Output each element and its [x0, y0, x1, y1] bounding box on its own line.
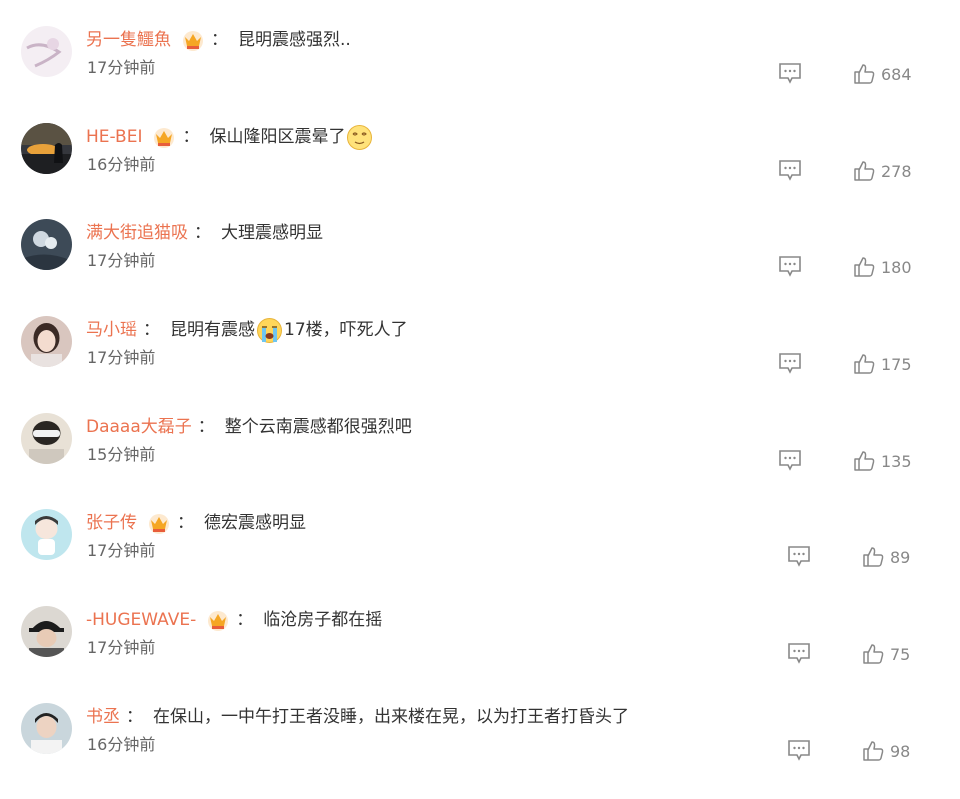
like-count: 98	[890, 742, 911, 761]
comment-line: 另一隻鱷魚 ： 昆明震感强烈..	[86, 25, 351, 55]
colon: ：	[194, 223, 211, 243]
reply-icon[interactable]	[778, 449, 802, 471]
timestamp: 17分钟前	[87, 251, 156, 270]
comment-item: Daaaa大磊子 ： 整个云南震感都很强烈吧 15分钟前 135	[0, 413, 960, 509]
comment-item: -HUGEWAVE- ： 临沧房子都在摇 17分钟前 75	[0, 606, 960, 702]
username-link[interactable]: HE-BEI	[86, 122, 142, 152]
comment-line: -HUGEWAVE- ： 临沧房子都在摇	[86, 605, 382, 635]
reply-icon[interactable]	[787, 739, 811, 761]
comment-item: 马小瑶 ： 昆明有震感 17楼，吓死人了 17分钟前 175	[0, 316, 960, 412]
username-link[interactable]: 书丞	[86, 702, 120, 732]
timestamp: 17分钟前	[87, 541, 156, 560]
colon: ：	[182, 127, 200, 147]
like-count: 180	[881, 258, 912, 277]
comment-item: 书丞 ： 在保山，一中午打王者没睡，出来楼在晃，以为打王者打昏头了 16分钟前 …	[0, 703, 960, 799]
like-icon[interactable]	[853, 160, 875, 182]
comment-text: 临沧房子都在摇	[263, 610, 383, 630]
reply-icon[interactable]	[787, 545, 811, 567]
username-link[interactable]: 另一隻鱷魚	[86, 25, 171, 55]
like-icon[interactable]	[853, 63, 875, 85]
like-count: 278	[881, 162, 912, 181]
comment-line: Daaaa大磊子 ： 整个云南震感都很强烈吧	[86, 412, 412, 442]
comment-item: HE-BEI ： 保山隆阳区震晕了 16分钟前 278	[0, 123, 960, 219]
comment-line: 张子传 ： 德宏震感明显	[86, 508, 306, 538]
like-count: 175	[881, 355, 912, 374]
dizzy-face-emoji-icon	[346, 124, 373, 151]
username-link[interactable]: Daaaa大磊子	[86, 412, 192, 442]
comment-text: 昆明有震感	[170, 320, 255, 340]
like-count: 135	[881, 452, 912, 471]
comment-text: 昆明震感强烈..	[238, 30, 351, 50]
like-icon[interactable]	[853, 353, 875, 375]
timestamp: 17分钟前	[87, 348, 156, 367]
comment-text: 德宏震感明显	[204, 513, 306, 533]
colon: ：	[211, 30, 228, 50]
comment-item: 张子传 ： 德宏震感明显 17分钟前 89	[0, 509, 960, 605]
comment-text: 大理震感明显	[221, 223, 323, 243]
reply-icon[interactable]	[778, 159, 802, 181]
colon: ：	[143, 320, 160, 340]
colon: ：	[177, 513, 194, 533]
timestamp: 16分钟前	[87, 155, 156, 174]
crown-badge-icon	[152, 125, 176, 149]
crying-face-emoji-icon	[256, 317, 283, 344]
comment-text: 保山隆阳区震晕了	[209, 127, 346, 147]
comment-line: 满大街追猫吸 ： 大理震感明显	[86, 218, 323, 248]
colon: ：	[197, 417, 215, 437]
reply-icon[interactable]	[787, 642, 811, 664]
avatar[interactable]	[21, 509, 72, 560]
avatar[interactable]	[21, 219, 72, 270]
like-icon[interactable]	[862, 546, 884, 568]
colon: ：	[236, 610, 254, 630]
comment-item: 满大街追猫吸 ： 大理震感明显 17分钟前 180	[0, 219, 960, 315]
reply-icon[interactable]	[778, 62, 802, 84]
colon: ：	[126, 707, 143, 727]
comment-text: 在保山，一中午打王者没睡，出来楼在晃，以为打王者打昏头了	[153, 707, 629, 727]
comment-line: 马小瑶 ： 昆明有震感 17楼，吓死人了	[86, 315, 408, 345]
comment-line: HE-BEI ： 保山隆阳区震晕了	[86, 122, 374, 152]
timestamp: 16分钟前	[87, 735, 156, 754]
username-link[interactable]: 张子传	[86, 508, 137, 538]
timestamp: 15分钟前	[87, 445, 156, 464]
comment-text: 整个云南震感都很强烈吧	[224, 417, 412, 437]
username-link[interactable]: 马小瑶	[86, 315, 137, 345]
like-count: 89	[890, 548, 911, 567]
crown-badge-icon	[181, 28, 205, 52]
avatar[interactable]	[21, 703, 72, 754]
like-count: 75	[890, 645, 911, 664]
like-icon[interactable]	[862, 740, 884, 762]
comment-text: 17楼，吓死人了	[284, 320, 408, 340]
timestamp: 17分钟前	[87, 638, 156, 657]
like-icon[interactable]	[853, 256, 875, 278]
comment-item: 另一隻鱷魚 ： 昆明震感强烈.. 17分钟前 684	[0, 26, 960, 122]
crown-badge-icon	[206, 608, 230, 632]
avatar[interactable]	[21, 413, 72, 464]
reply-icon[interactable]	[778, 352, 802, 374]
username-link[interactable]: 满大街追猫吸	[86, 218, 188, 248]
reply-icon[interactable]	[778, 255, 802, 277]
like-icon[interactable]	[853, 450, 875, 472]
avatar[interactable]	[21, 123, 72, 174]
like-icon[interactable]	[862, 643, 884, 665]
timestamp: 17分钟前	[87, 58, 156, 77]
avatar[interactable]	[21, 316, 72, 367]
avatar[interactable]	[21, 606, 72, 657]
username-link[interactable]: -HUGEWAVE-	[86, 605, 196, 635]
avatar[interactable]	[21, 26, 72, 77]
like-count: 684	[881, 65, 912, 84]
crown-badge-icon	[147, 511, 171, 535]
comment-line: 书丞 ： 在保山，一中午打王者没睡，出来楼在晃，以为打王者打昏头了	[86, 702, 629, 732]
